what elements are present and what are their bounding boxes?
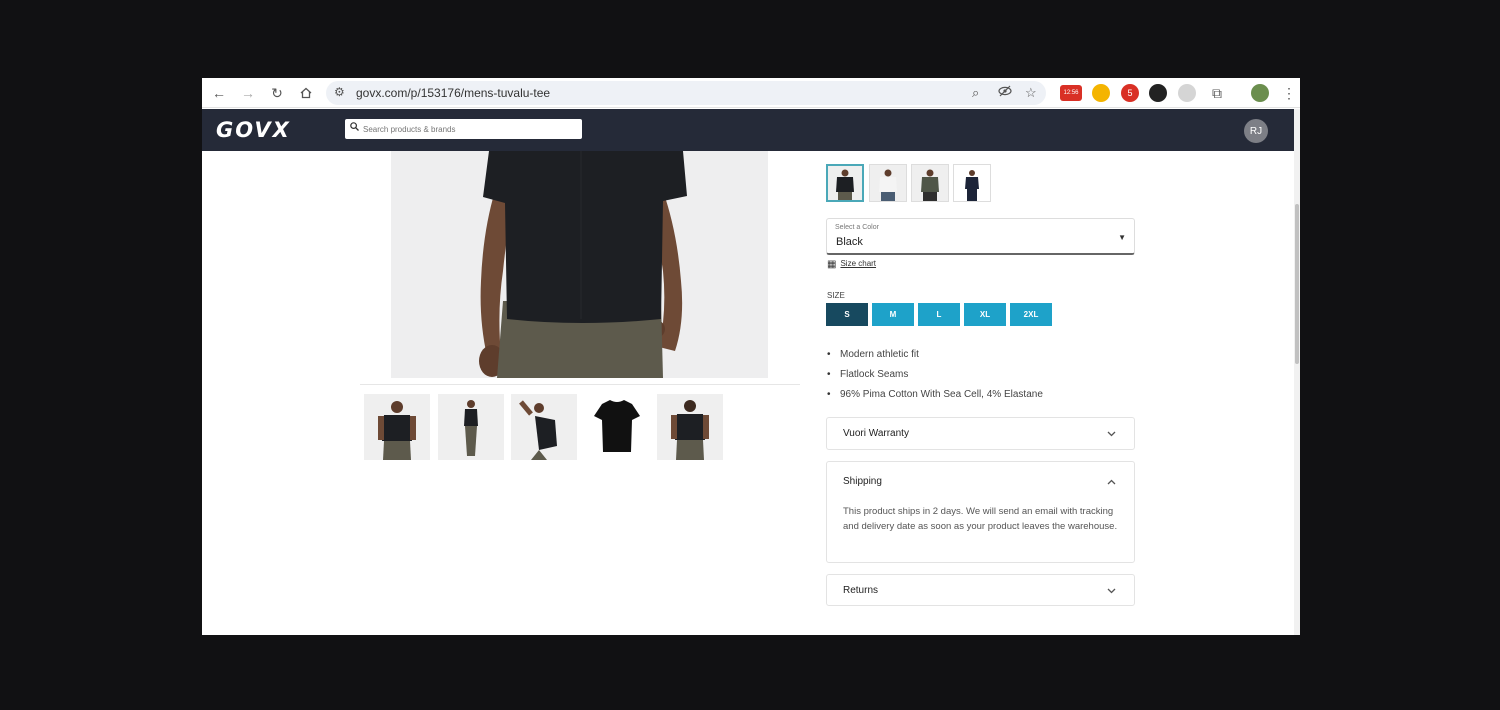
color-swatch-white[interactable]: [869, 164, 907, 202]
feature-item: Flatlock Seams: [827, 368, 1043, 388]
chevron-down-icon: [1107, 429, 1116, 439]
search-icon: [350, 122, 359, 134]
zoom-icon[interactable]: ⌕: [972, 85, 979, 101]
home-icon[interactable]: [297, 84, 315, 102]
returns-accordion[interactable]: Returns: [826, 574, 1135, 606]
color-select-value: Black: [836, 236, 863, 248]
gallery-thumbnail[interactable]: [364, 394, 430, 460]
size-chart-link[interactable]: ▦ Size chart: [827, 259, 876, 270]
url-text[interactable]: govx.com/p/153176/mens-tuvalu-tee: [356, 86, 550, 100]
caret-down-icon: ▼: [1118, 233, 1126, 242]
size-button-s[interactable]: S: [826, 303, 868, 326]
feature-list: Modern athletic fit Flatlock Seams 96% P…: [827, 348, 1043, 408]
returns-title: Returns: [843, 585, 879, 596]
warranty-accordion[interactable]: Vuori Warranty: [826, 417, 1135, 450]
color-swatch-olive[interactable]: [911, 164, 949, 202]
size-chart-label[interactable]: Size chart: [840, 259, 876, 268]
size-button-xl[interactable]: XL: [964, 303, 1006, 326]
extension-badge-count: 5: [1127, 88, 1133, 98]
browser-window: ← → ↻ ⚙ govx.com/p/153176/mens-tuvalu-te…: [202, 78, 1300, 635]
bookmark-star-icon[interactable]: ☆: [1025, 85, 1037, 101]
chevron-up-icon: [1107, 477, 1116, 487]
extension-calendar-icon[interactable]: 12:56: [1060, 85, 1082, 101]
address-bar[interactable]: ⚙ govx.com/p/153176/mens-tuvalu-tee ⌕ ☆: [326, 81, 1046, 105]
browser-menu-icon[interactable]: ⋮: [1280, 84, 1298, 102]
gallery-divider: [360, 384, 800, 385]
shipping-title: Shipping: [843, 476, 882, 487]
table-grid-icon: ▦: [827, 259, 837, 270]
govx-logo[interactable]: GOVX: [216, 118, 291, 142]
gallery-thumbnail[interactable]: [511, 394, 577, 460]
gallery-thumbnail[interactable]: [438, 394, 504, 460]
color-select-label: Select a Color: [835, 224, 879, 231]
color-swatch-navy[interactable]: [953, 164, 991, 202]
search-input[interactable]: [363, 122, 573, 136]
site-info-icon[interactable]: ⚙: [334, 85, 345, 99]
profile-avatar-icon[interactable]: [1251, 84, 1269, 102]
shipping-accordion[interactable]: Shipping This product ships in 2 days. W…: [826, 461, 1135, 563]
size-button-2xl[interactable]: 2XL: [1010, 303, 1052, 326]
shipping-body: This product ships in 2 days. We will se…: [843, 506, 1118, 532]
search-bar[interactable]: [345, 119, 582, 139]
warranty-title: Vuori Warranty: [843, 428, 909, 439]
gallery-thumbnail[interactable]: [657, 394, 723, 460]
scrollbar-thumb[interactable]: [1295, 204, 1299, 364]
browser-toolbar: ← → ↻ ⚙ govx.com/p/153176/mens-tuvalu-te…: [202, 78, 1300, 108]
extensions-puzzle-icon[interactable]: ⧉: [1208, 84, 1226, 102]
product-main-image[interactable]: [391, 151, 768, 378]
site-header: GOVX RJ: [202, 109, 1294, 151]
user-avatar[interactable]: RJ: [1244, 119, 1268, 143]
size-button-l[interactable]: L: [918, 303, 960, 326]
color-swatch-black[interactable]: [826, 164, 864, 202]
extension-icon[interactable]: [1092, 84, 1110, 102]
size-button-m[interactable]: M: [872, 303, 914, 326]
extension-badge-time: 12:56: [1063, 90, 1079, 96]
back-arrow-icon[interactable]: ←: [210, 84, 228, 102]
extension-dark-icon[interactable]: [1149, 84, 1167, 102]
gallery-thumbnail[interactable]: [584, 394, 650, 460]
extension-notification-icon[interactable]: 5: [1121, 84, 1139, 102]
size-heading: SIZE: [827, 291, 845, 300]
eye-off-icon[interactable]: [998, 85, 1012, 100]
color-select[interactable]: Select a Color Black ▼: [826, 218, 1135, 255]
feature-item: 96% Pima Cotton With Sea Cell, 4% Elasta…: [827, 388, 1043, 408]
chevron-down-icon: [1107, 586, 1116, 596]
reload-icon[interactable]: ↻: [268, 84, 286, 102]
feature-item: Modern athletic fit: [827, 348, 1043, 368]
page-scrollbar[interactable]: [1294, 109, 1300, 635]
extension-grey-icon[interactable]: [1178, 84, 1196, 102]
forward-arrow-icon[interactable]: →: [239, 84, 257, 102]
